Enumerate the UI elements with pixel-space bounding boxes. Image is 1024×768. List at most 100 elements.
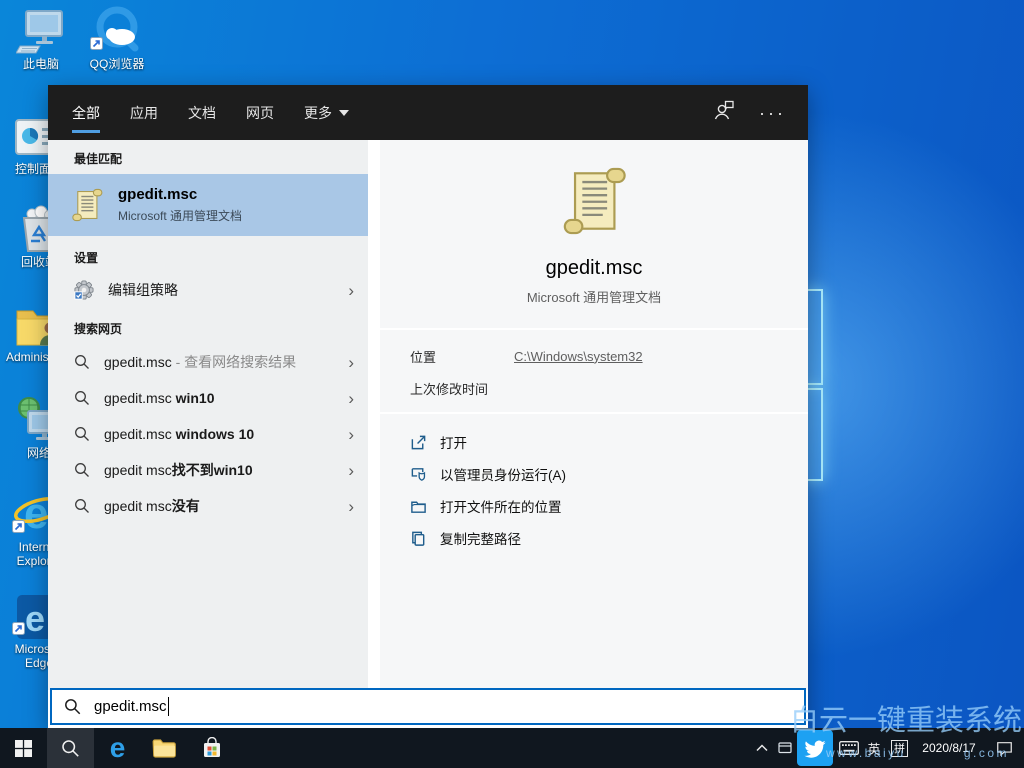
watermark-url-left: www.baiyu [826,746,906,760]
desktop-icon-label: QQ浏览器 [84,57,150,71]
search-icon [74,426,90,442]
feedback-account-icon[interactable] [713,100,735,125]
search-icon [74,354,90,370]
edge-icon: e [110,734,126,762]
action-copy-full-path[interactable]: 复制完整路径 [410,522,808,554]
web-suggestion[interactable]: gpedit msc没有 › [48,488,368,524]
context-actions: 打开 以管理员身份运行(A) 打开文件所在的位置 复制完整路径 [380,414,808,554]
search-icon [64,698,81,715]
desktop-icon-this-pc[interactable]: 此电脑 [8,5,74,71]
msc-scroll-icon [70,188,104,222]
section-header-web: 搜索网页 [48,307,368,344]
search-icon [61,739,80,758]
taskbar-search-button[interactable] [47,728,94,768]
search-icon [74,462,90,478]
more-options-icon[interactable]: ··· [759,108,786,118]
suggestion-text: gpedit.msc win10 [104,390,215,406]
suggestion-text: gpedit.msc - 查看网络搜索结果 [104,352,296,372]
tab-label: 网页 [246,103,274,123]
best-match-result[interactable]: gpedit.msc Microsoft 通用管理文档 [48,174,368,236]
web-suggestion[interactable]: gpedit.msc win10 › [48,380,368,416]
desktop-icon-qq-browser[interactable]: QQ浏览器 [84,5,150,71]
chevron-right-icon[interactable]: › [348,462,354,479]
group-policy-gear-icon [74,280,94,300]
result-preview-pane: gpedit.msc Microsoft 通用管理文档 位置 C:\Window… [380,140,808,690]
watermark-url-right: g.com [964,746,1009,760]
svg-text:e: e [24,489,48,538]
svg-text:e: e [25,598,45,639]
preview-subtitle: Microsoft 通用管理文档 [380,287,808,328]
search-tabs: 全部 应用 文档 网页 更多 [72,85,349,140]
shortcut-arrow-icon [12,520,25,538]
text-caret [168,697,169,716]
chevron-right-icon[interactable]: › [348,390,354,407]
chevron-right-icon[interactable]: › [348,282,354,299]
search-icon [74,498,90,514]
search-tabs-bar: 全部 应用 文档 网页 更多 ··· [48,85,808,140]
results-list: 最佳匹配 gpedit.msc Microsoft 通用管理文档 设置 编辑组策… [48,140,368,690]
web-suggestion[interactable]: gpedit.msc windows 10 › [48,416,368,452]
desktop: 此电脑 QQ浏览器 控制面板 回收站 Administrator 网络 [0,0,1024,768]
tab-all[interactable]: 全部 [72,85,100,140]
tab-apps[interactable]: 应用 [130,85,158,140]
desktop-icon-label: 此电脑 [8,57,74,71]
copy-icon [410,530,427,547]
shield-icon [410,466,427,483]
chevron-right-icon[interactable]: › [348,426,354,443]
action-open[interactable]: 打开 [410,426,808,458]
search-input-value: gpedit.msc [94,698,167,715]
wallpaper-pane [806,289,823,385]
section-header-settings: 设置 [48,236,368,273]
taskbar-store-button[interactable] [188,728,235,768]
result-label: 编辑组策略 [108,280,178,300]
section-header-best-match: 最佳匹配 [48,140,368,174]
tab-label: 文档 [188,103,216,123]
result-edit-group-policy[interactable]: 编辑组策略 › [48,273,368,307]
file-explorer-icon [152,738,177,759]
chevron-up-icon [756,744,768,752]
wallpaper-pane [806,388,823,481]
modified-row: 上次修改时间 [410,372,778,404]
chevron-right-icon[interactable]: › [348,498,354,515]
suggestion-text: gpedit msc找不到win10 [104,460,253,480]
tray-window-icon [778,742,792,754]
chevron-down-icon [339,110,349,116]
suggestion-text: gpedit.msc windows 10 [104,426,254,442]
open-icon [410,434,427,451]
action-run-as-admin[interactable]: 以管理员身份运行(A) [410,458,808,490]
action-label: 打开 [440,432,467,452]
taskbar-file-explorer-button[interactable] [141,728,188,768]
tab-more[interactable]: 更多 [304,85,349,140]
suggestion-text: gpedit msc没有 [104,496,200,516]
windows-logo-icon [15,740,32,757]
location-row: 位置 C:\Windows\system32 [410,340,778,372]
folder-icon [410,498,427,515]
search-flyout: 全部 应用 文档 网页 更多 ··· 最佳匹配 gpedit.msc Micro [48,85,808,728]
tab-documents[interactable]: 文档 [188,85,216,140]
start-button[interactable] [0,728,47,768]
search-input[interactable]: gpedit.msc [50,688,806,725]
location-label: 位置 [410,347,514,366]
this-pc-icon [8,5,74,55]
best-match-subtitle: Microsoft 通用管理文档 [118,207,242,224]
action-open-file-location[interactable]: 打开文件所在的位置 [410,490,808,522]
tray-show-hidden-icons[interactable] [749,728,775,768]
modified-label: 上次修改时间 [410,379,488,398]
msc-scroll-icon-large [559,166,629,236]
web-suggestion[interactable]: gpedit msc找不到win10 › [48,452,368,488]
watermark-title: 白云一键重装系统 [790,697,1022,739]
tab-label: 应用 [130,103,158,123]
microsoft-store-icon [202,737,222,759]
web-suggestion[interactable]: gpedit.msc - 查看网络搜索结果 › [48,344,368,380]
tab-web[interactable]: 网页 [246,85,274,140]
tab-label: 更多 [304,103,332,123]
taskbar-edge-button[interactable]: e [94,728,141,768]
search-icon [74,390,90,406]
tab-label: 全部 [72,103,100,123]
chevron-right-icon[interactable]: › [348,354,354,371]
search-results-body: 最佳匹配 gpedit.msc Microsoft 通用管理文档 设置 编辑组策… [48,140,808,690]
qq-browser-icon [84,5,150,55]
location-link[interactable]: C:\Windows\system32 [514,349,643,364]
watermark-url: www.baiyu g.com [826,746,1009,760]
action-label: 打开文件所在的位置 [440,496,562,516]
